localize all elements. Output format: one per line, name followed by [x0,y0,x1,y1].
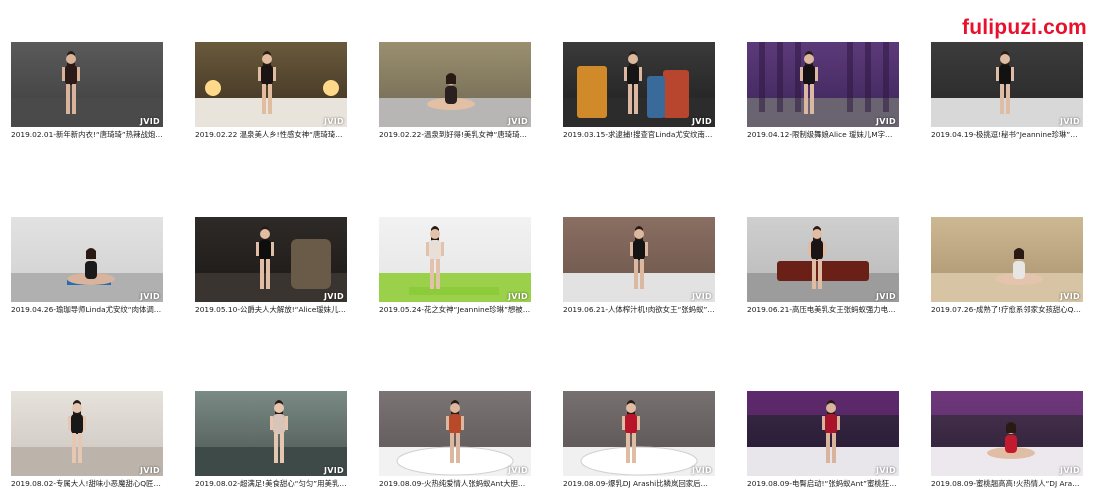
thumbnail-caption[interactable]: 2019.04.26-瑜珈导师Linda尤安纹“肉体调教”… [11,304,163,315]
gallery-tile[interactable]: JVID 2019.04.12-限制级舞娘Alice 瑷妹儿M字腿大… [747,42,899,154]
gallery-tile[interactable]: JVID 2019.08.02-超满足!美食甜心“匀匀”用美乳超… [195,391,347,503]
jvid-logo-badge: JVID [508,117,528,126]
thumbnail-caption[interactable]: 2019.07.26-成熟了!疗愈系邻家女孩甜心Q匠… [931,304,1083,315]
jvid-logo-badge: JVID [508,466,528,475]
thumbnail-image[interactable]: JVID [11,42,163,127]
gallery-tile[interactable]: JVID 2019.08.09-火热纯爱情人张蚂蚁Ant大胆辣袜… [379,391,531,503]
jvid-logo-badge: JVID [1060,117,1080,126]
thumbnail-caption[interactable]: 2019.05.10-公爵夫人大解放!“Alice瑷妹儿”… [195,304,347,315]
thumbnail-image[interactable]: JVID [931,391,1083,476]
jvid-logo-badge: JVID [692,117,712,126]
thumbnail-image[interactable]: JVID [195,217,347,302]
jvid-logo-badge: JVID [876,466,896,475]
jvid-logo-badge: JVID [140,292,160,301]
gallery-tile[interactable]: JVID 2019.03.15-求逮捕!搜查官Linda尤安纹南半… [563,42,715,154]
thumbnail-image[interactable]: JVID [931,42,1083,127]
thumbnail-caption[interactable]: 2019.04.12-限制级舞娘Alice 瑷妹儿M字腿大… [747,129,899,140]
gallery-tile[interactable]: JVID 2019.08.02-专属大人!甜味小恶魔甜心Q匠献… [11,391,163,503]
thumbnail-caption[interactable]: 2019.08.09-电臀启动!“张蚂蚁Ant”蜜桃狂抖… [747,478,899,489]
jvid-logo-badge: JVID [324,117,344,126]
jvid-logo-badge: JVID [876,292,896,301]
gallery-tile[interactable]: JVID 2019.06.21-人体榨汁机!肉欲女王“张蚂蚁”蜜… [563,217,715,329]
thumbnail-caption[interactable]: 2019.06.21-高压电美乳女王张蚂蚁强力电臀摇… [747,304,899,315]
thumbnail-image[interactable]: JVID [747,217,899,302]
thumbnail-caption[interactable]: 2019.02.01-新年新内衣!“唐琦琦”热辣战炮套… [11,129,163,140]
jvid-logo-badge: JVID [324,292,344,301]
jvid-logo-badge: JVID [876,117,896,126]
thumbnail-image[interactable]: JVID [379,391,531,476]
gallery-tile[interactable]: JVID 2019.02.01-新年新内衣!“唐琦琦”热辣战炮套… [11,42,163,154]
thumbnail-image[interactable]: JVID [563,391,715,476]
thumbnail-caption[interactable]: 2019.04.19-极挑逗!秘书“Jeannine珍琳”性感… [931,129,1083,140]
gallery-tile[interactable]: JVID 2019.05.24-花之女神“Jeannine珍琳”想被注入… [379,217,531,329]
thumbnail-image[interactable]: JVID [747,42,899,127]
thumbnail-caption[interactable]: 2019.02.22 温泉美人乡!性感女神“唐琦琦77… [195,129,347,140]
gallery-tile[interactable]: JVID 2019.08.09-爆乳DJ Arashi比鳞岚回家后化身… [563,391,715,503]
gallery-tile[interactable]: JVID 2019.08.09-蜜桃翘高高!火热情人“DJ Arashi… [931,391,1083,503]
thumbnail-caption[interactable]: 2019.03.15-求逮捕!搜查官Linda尤安纹南半… [563,129,715,140]
thumbnail-image[interactable]: JVID [195,42,347,127]
gallery-tile[interactable]: JVID 2019.08.09-电臀启动!“张蚂蚁Ant”蜜桃狂抖… [747,391,899,503]
gallery-tile[interactable]: JVID 2019.04.19-极挑逗!秘书“Jeannine珍琳”性感… [931,42,1083,154]
jvid-logo-badge: JVID [1060,292,1080,301]
gallery-tile[interactable]: JVID 2019.02.22 温泉美人乡!性感女神“唐琦琦77… [195,42,347,154]
thumbnail-image[interactable]: JVID [563,42,715,127]
jvid-logo-badge: JVID [692,292,712,301]
thumbnail-image[interactable]: JVID [11,217,163,302]
thumbnail-image[interactable]: JVID [563,217,715,302]
gallery-tile[interactable]: JVID 2019.06.21-高压电美乳女王张蚂蚁强力电臀摇… [747,217,899,329]
site-watermark: fulipuzi.com [962,16,1087,39]
jvid-logo-badge: JVID [140,466,160,475]
thumbnail-caption[interactable]: 2019.08.09-蜜桃翘高高!火热情人“DJ Arashi… [931,478,1083,489]
jvid-logo-badge: JVID [1060,466,1080,475]
thumbnail-image[interactable]: JVID [11,391,163,476]
thumbnail-image[interactable]: JVID [379,42,531,127]
thumbnail-image[interactable]: JVID [379,217,531,302]
thumbnail-caption[interactable]: 2019.02.22-温泉到好得!美乳女神“唐琦琦77”… [379,129,531,140]
thumbnail-caption[interactable]: 2019.06.21-人体榨汁机!肉欲女王“张蚂蚁”蜜… [563,304,715,315]
thumbnail-caption[interactable]: 2019.08.02-专属大人!甜味小恶魔甜心Q匠献… [11,478,163,489]
thumbnail-image[interactable]: JVID [747,391,899,476]
gallery-tile[interactable]: JVID 2019.02.22-温泉到好得!美乳女神“唐琦琦77”… [379,42,531,154]
thumbnail-caption[interactable]: 2019.08.02-超满足!美食甜心“匀匀”用美乳超… [195,478,347,489]
thumbnail-caption[interactable]: 2019.05.24-花之女神“Jeannine珍琳”想被注入… [379,304,531,315]
jvid-logo-badge: JVID [140,117,160,126]
thumbnail-caption[interactable]: 2019.08.09-爆乳DJ Arashi比鳞岚回家后化身… [563,478,715,489]
gallery-tile[interactable]: JVID 2019.07.26-成熟了!疗愈系邻家女孩甜心Q匠… [931,217,1083,329]
thumbnail-image[interactable]: JVID [931,217,1083,302]
jvid-logo-badge: JVID [324,466,344,475]
gallery-tile[interactable]: JVID 2019.05.10-公爵夫人大解放!“Alice瑷妹儿”… [195,217,347,329]
thumbnail-image[interactable]: JVID [195,391,347,476]
gallery-tile[interactable]: JVID 2019.04.26-瑜珈导师Linda尤安纹“肉体调教”… [11,217,163,329]
jvid-logo-badge: JVID [692,466,712,475]
jvid-logo-badge: JVID [508,292,528,301]
thumbnail-caption[interactable]: 2019.08.09-火热纯爱情人张蚂蚁Ant大胆辣袜… [379,478,531,489]
